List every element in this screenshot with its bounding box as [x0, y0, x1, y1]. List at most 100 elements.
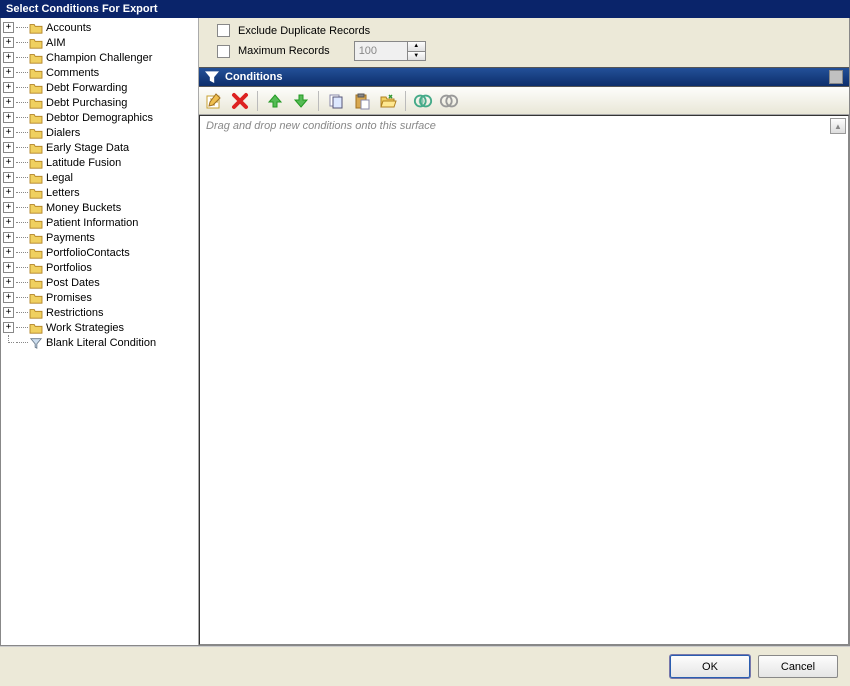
tree-item-label: AIM [46, 37, 66, 49]
paste-icon [353, 92, 371, 110]
move-down-button[interactable] [290, 90, 312, 112]
tree-folder-item[interactable]: + Comments [1, 65, 198, 80]
tree-folder-item[interactable]: + AIM [1, 35, 198, 50]
spinner-down[interactable]: ▼ [408, 52, 425, 61]
and-button[interactable] [412, 90, 434, 112]
tree-expander[interactable]: + [3, 67, 14, 78]
tree-expander[interactable]: + [3, 112, 14, 123]
tree-folder-item[interactable]: + Patient Information [1, 215, 198, 230]
tree-folder-item[interactable]: + Restrictions [1, 305, 198, 320]
folder-icon [29, 232, 43, 244]
edit-button[interactable] [203, 90, 225, 112]
paste-button[interactable] [351, 90, 373, 112]
max-records-checkbox[interactable] [217, 45, 230, 58]
tree-item-label: Money Buckets [46, 202, 121, 214]
funnel-icon [205, 70, 219, 84]
tree-item-label: Comments [46, 67, 99, 79]
folder-icon [29, 262, 43, 274]
tree-folder-item[interactable]: + Money Buckets [1, 200, 198, 215]
tree-item-label: Latitude Fusion [46, 157, 121, 169]
folder-icon [29, 157, 43, 169]
tree-folder-item[interactable]: + Debt Purchasing [1, 95, 198, 110]
tree-expander[interactable]: + [3, 202, 14, 213]
tree-expander[interactable]: + [3, 292, 14, 303]
tree-leaf-item[interactable]: Blank Literal Condition [1, 335, 198, 350]
max-records-label: Maximum Records [238, 45, 330, 57]
tree-expander[interactable]: + [3, 322, 14, 333]
tree-folder-item[interactable]: + Letters [1, 185, 198, 200]
tree-folder-item[interactable]: + Payments [1, 230, 198, 245]
max-records-spinner[interactable]: ▲ ▼ [354, 41, 426, 61]
copy-icon [327, 92, 345, 110]
tree-expander[interactable]: + [3, 127, 14, 138]
tree-folder-item[interactable]: + Latitude Fusion [1, 155, 198, 170]
tree-item-label: Accounts [46, 22, 91, 34]
tree-expander[interactable]: + [3, 82, 14, 93]
tree-folder-item[interactable]: + Portfolios [1, 260, 198, 275]
tree-expander[interactable]: + [3, 97, 14, 108]
tree-item-label: Restrictions [46, 307, 103, 319]
folder-icon [29, 52, 43, 64]
tree-folder-item[interactable]: + Debtor Demographics [1, 110, 198, 125]
tree-item-label: Patient Information [46, 217, 138, 229]
tree-folder-item[interactable]: + Debt Forwarding [1, 80, 198, 95]
right-panel: Exclude Duplicate Records Maximum Record… [199, 18, 849, 645]
folder-icon [29, 22, 43, 34]
tree-expander[interactable]: + [3, 142, 14, 153]
toolbar-separator [318, 91, 319, 111]
tree-expander[interactable]: + [3, 232, 14, 243]
max-records-row[interactable]: Maximum Records ▲ ▼ [217, 41, 839, 61]
tree-folder-item[interactable]: + Accounts [1, 20, 198, 35]
tree-folder-item[interactable]: + PortfolioContacts [1, 245, 198, 260]
group-folder-button[interactable] [377, 90, 399, 112]
spinner-up[interactable]: ▲ [408, 42, 425, 52]
move-up-button[interactable] [264, 90, 286, 112]
tree-expander[interactable]: + [3, 262, 14, 273]
tree-folder-item[interactable]: + Early Stage Data [1, 140, 198, 155]
tree-expander[interactable]: + [3, 37, 14, 48]
arrow-down-icon [292, 92, 310, 110]
tree-folder-item[interactable]: + Champion Challenger [1, 50, 198, 65]
scroll-up-button[interactable]: ▲ [830, 118, 846, 134]
conditions-tree[interactable]: + Accounts + AIM + Champion Challenger +… [1, 18, 199, 645]
or-button[interactable] [438, 90, 460, 112]
folder-icon [29, 127, 43, 139]
folder-icon [29, 292, 43, 304]
exclude-duplicates-row[interactable]: Exclude Duplicate Records [217, 24, 839, 37]
window-title: Select Conditions For Export [6, 3, 158, 15]
tree-expander[interactable]: + [3, 307, 14, 318]
tree-folder-item[interactable]: + Post Dates [1, 275, 198, 290]
ok-button[interactable]: OK [670, 655, 750, 678]
drop-hint-text: Drag and drop new conditions onto this s… [206, 120, 436, 132]
tree-item-label: Letters [46, 187, 80, 199]
folder-icon [29, 277, 43, 289]
tree-item-label: Debt Forwarding [46, 82, 127, 94]
tree-expander[interactable]: + [3, 187, 14, 198]
main-content: + Accounts + AIM + Champion Challenger +… [0, 18, 850, 646]
delete-button[interactable] [229, 90, 251, 112]
max-records-input[interactable] [355, 42, 407, 60]
tree-folder-item[interactable]: + Work Strategies [1, 320, 198, 335]
tree-item-label: PortfolioContacts [46, 247, 130, 259]
folder-icon [29, 307, 43, 319]
or-icon [439, 93, 459, 109]
toolbar-separator [257, 91, 258, 111]
tree-expander[interactable]: + [3, 172, 14, 183]
tree-expander[interactable]: + [3, 277, 14, 288]
tree-item-label: Early Stage Data [46, 142, 129, 154]
conditions-drop-surface[interactable]: Drag and drop new conditions onto this s… [199, 115, 849, 645]
tree-folder-item[interactable]: + Legal [1, 170, 198, 185]
tree-expander[interactable]: + [3, 22, 14, 33]
tree-folder-item[interactable]: + Promises [1, 290, 198, 305]
exclude-duplicates-checkbox[interactable] [217, 24, 230, 37]
tree-folder-item[interactable]: + Dialers [1, 125, 198, 140]
tree-expander[interactable]: + [3, 52, 14, 63]
cancel-button[interactable]: Cancel [758, 655, 838, 678]
tree-expander[interactable]: + [3, 157, 14, 168]
tree-item-label: Portfolios [46, 262, 92, 274]
tree-expander[interactable]: + [3, 217, 14, 228]
conditions-collapse-button[interactable] [829, 70, 843, 84]
copy-button[interactable] [325, 90, 347, 112]
folder-icon [29, 217, 43, 229]
tree-expander[interactable]: + [3, 247, 14, 258]
